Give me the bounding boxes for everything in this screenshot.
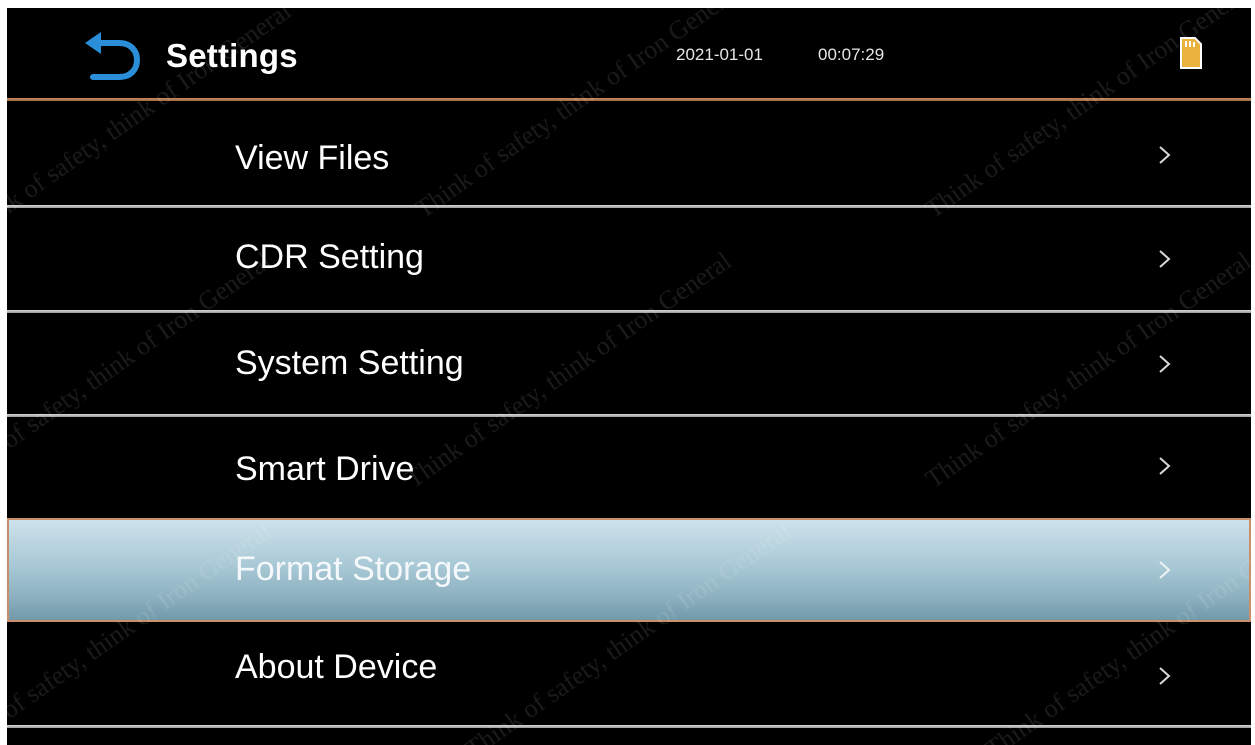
menu-item-about-device[interactable]: About Device: [7, 622, 1251, 726]
chevron-right-icon: [1159, 457, 1171, 475]
device-screen: Settings 2021-01-01 00:07:29 View Files …: [0, 0, 1255, 745]
menu-item-cdr-setting[interactable]: CDR Setting: [7, 208, 1251, 310]
row-divider: [7, 725, 1251, 728]
settings-panel: Settings 2021-01-01 00:07:29 View Files …: [7, 8, 1251, 745]
chevron-right-icon: [1159, 667, 1171, 685]
menu-item-label: Smart Drive: [235, 450, 415, 488]
chevron-right-icon: [1159, 146, 1171, 164]
menu-item-label: Format Storage: [235, 550, 472, 588]
menu-item-format-storage[interactable]: Format Storage: [7, 518, 1251, 622]
chevron-right-icon: [1159, 250, 1171, 268]
page-title: Settings: [166, 37, 298, 74]
back-arrow-icon[interactable]: [79, 32, 143, 82]
menu-item-label: System Setting: [235, 344, 464, 382]
menu-item-label: CDR Setting: [235, 238, 424, 276]
chevron-right-icon: [1159, 355, 1171, 373]
menu-item-smart-drive[interactable]: Smart Drive: [7, 417, 1251, 517]
header-bar: Settings 2021-01-01 00:07:29: [7, 8, 1251, 101]
time-display: 00:07:29: [818, 45, 885, 64]
menu-item-label: About Device: [235, 648, 438, 686]
sd-card-icon: [1180, 37, 1202, 69]
menu-item-label: View Files: [235, 139, 390, 177]
menu-item-view-files[interactable]: View Files: [7, 104, 1251, 206]
date-display: 2021-01-01: [676, 45, 763, 64]
menu-item-system-setting[interactable]: System Setting: [7, 313, 1251, 415]
header-divider: [7, 98, 1251, 101]
chevron-right-icon: [1159, 561, 1171, 579]
